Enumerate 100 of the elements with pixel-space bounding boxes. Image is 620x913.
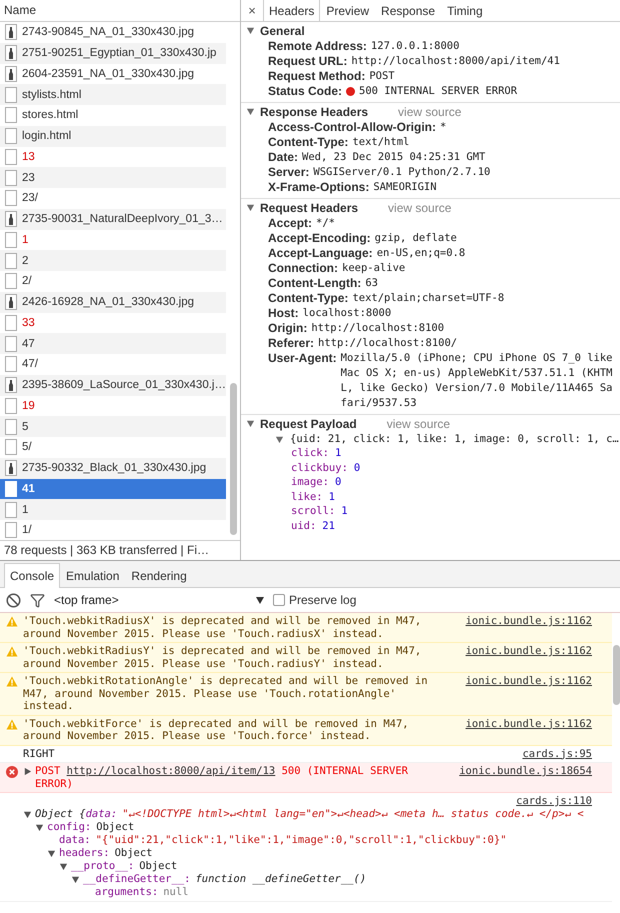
request-row[interactable]: 2 [0, 250, 226, 271]
triangle-icon[interactable] [246, 203, 255, 212]
status-summary: 78 requests | 363 KB transferred | Fi… [0, 540, 240, 560]
view-source-link[interactable]: view source [386, 416, 450, 430]
section-title: Request Headers [260, 200, 358, 214]
file-icon [5, 356, 17, 372]
request-row[interactable]: 1 [0, 230, 226, 250]
request-row[interactable]: 2395-38609_LaSource_01_330x430.j… [0, 374, 226, 396]
request-name: 2735-90031_NaturalDeepIvory_01_3… [22, 213, 223, 226]
request-row[interactable]: 19 [0, 396, 226, 416]
property-name: data: [86, 808, 118, 820]
source-link[interactable]: ionic.bundle.js:1162 [466, 675, 592, 688]
triangle-icon[interactable] [47, 848, 56, 858]
header-name: Accept-Language: [268, 246, 373, 261]
request-row[interactable]: login.html [0, 126, 226, 146]
request-row[interactable]: 2735-90031_NaturalDeepIvory_01_3… [0, 208, 226, 230]
warning-icon [6, 616, 18, 627]
file-icon [5, 252, 17, 269]
request-name: 2426-16928_NA_01_330x430.jpg [22, 296, 194, 308]
close-button[interactable]: × [241, 0, 263, 21]
header-name: X-Frame-Options: [268, 180, 370, 195]
header-value: gzip, deflate [374, 231, 458, 246]
file-icon [5, 439, 17, 456]
scrollbar-thumb[interactable] [230, 383, 237, 535]
triangle-icon[interactable] [246, 107, 255, 116]
triangle-icon[interactable] [71, 874, 80, 884]
request-row[interactable]: 23 [0, 167, 226, 188]
thumbnail-icon [5, 377, 17, 394]
file-icon [5, 170, 17, 186]
source-link[interactable]: ionic.bundle.js:18654 [459, 765, 592, 778]
request-row[interactable]: 5 [0, 416, 226, 437]
triangle-icon[interactable] [35, 822, 44, 832]
property-value: Object [139, 860, 178, 872]
frame-select[interactable]: <top frame> [54, 593, 264, 607]
filter-icon[interactable] [30, 592, 45, 608]
file-icon [5, 336, 17, 352]
console-message: 'Touch.webkitRadiusY' is deprecated and will be removed in M47, around November 2015. Please use 'Touch.radiusY' instead. [23, 645, 422, 670]
tab[interactable]: Console [4, 563, 60, 588]
header-name: Content-Type: [268, 291, 348, 306]
triangle-icon[interactable] [59, 862, 68, 870]
property-value: null [163, 886, 189, 898]
request-row[interactable]: 41 [0, 478, 226, 500]
request-name: 23/ [22, 192, 38, 204]
request-row[interactable]: 2735-90332_Black_01_330x430.jpg [0, 458, 226, 478]
request-row[interactable]: 2426-16928_NA_01_330x430.jpg [0, 292, 226, 312]
file-icon [5, 128, 17, 144]
triangle-icon[interactable] [23, 810, 32, 818]
thumbnail-icon [5, 294, 17, 310]
source-link[interactable]: cards.js:95 [522, 748, 592, 760]
header-value: http://localhost:8100/ [318, 336, 458, 351]
caret-icon [256, 596, 264, 604]
request-row[interactable]: 2604-23591_NA_01_330x430.jpg [0, 64, 226, 84]
source-link[interactable]: ionic.bundle.js:1162 [466, 718, 592, 730]
request-name: 1 [22, 504, 28, 516]
console-message: 'Touch.webkitForce' is deprecated and will be removed in M47, around November 2015. Please use 'Touch.force' instead. [23, 718, 410, 742]
request-row[interactable]: 13 [0, 146, 226, 168]
tab[interactable]: Rendering [125, 563, 193, 588]
file-icon [5, 232, 17, 248]
source-link[interactable]: cards.js:110 [516, 795, 592, 808]
header-name: Request URL: [268, 54, 348, 69]
error-message: POST http://localhost:8000/api/item/13 500 (INTERNAL SERVER ERROR) [35, 765, 410, 790]
header-value: keep-alive [342, 261, 406, 276]
file-icon [5, 107, 17, 124]
clear-icon[interactable] [6, 592, 21, 608]
warning-icon [6, 646, 18, 657]
header-value: 63 [365, 276, 379, 291]
triangle-icon[interactable] [246, 419, 255, 428]
request-name: login.html [22, 130, 72, 142]
thumbnail-icon [5, 211, 17, 228]
property-value: 1 [341, 505, 348, 517]
property-value: 1 [334, 447, 342, 459]
request-name: 41 [22, 482, 35, 495]
property-value: Object [114, 846, 153, 860]
request-url-link[interactable]: http://localhost:8000/api/item/13 [66, 765, 276, 777]
tab[interactable]: Headers [263, 0, 320, 21]
header-name: Host: [268, 306, 299, 321]
property-name: like: [291, 490, 323, 502]
property-name: data: [59, 834, 91, 846]
tab[interactable]: Emulation [60, 563, 126, 588]
request-name: 5 [22, 420, 28, 433]
scrollbar-thumb[interactable] [613, 645, 620, 705]
request-row[interactable]: stylists.html [0, 84, 226, 105]
triangle-icon[interactable] [275, 434, 284, 444]
triangle-icon[interactable] [246, 26, 255, 35]
request-name: 23 [22, 172, 35, 184]
view-source-link[interactable]: view source [388, 200, 452, 214]
header-name: Accept: [268, 216, 312, 231]
request-row[interactable]: 1 [0, 499, 226, 520]
section-title: Request Payload [260, 416, 357, 430]
source-link[interactable]: ionic.bundle.js:1162 [466, 645, 592, 658]
triangle-icon[interactable] [23, 767, 32, 776]
header-name: Accept-Encoding: [268, 231, 371, 246]
section-title: General [260, 24, 305, 38]
object-label: Object { [35, 808, 86, 820]
view-source-link[interactable]: view source [398, 104, 462, 118]
checkbox[interactable] [273, 594, 285, 606]
source-link[interactable]: ionic.bundle.js:1162 [466, 615, 592, 628]
request-row[interactable]: 47 [0, 333, 226, 354]
request-row[interactable]: 2751-90251_Egyptian_01_330x430.jp [0, 42, 226, 64]
request-row[interactable]: 33 [0, 312, 226, 334]
